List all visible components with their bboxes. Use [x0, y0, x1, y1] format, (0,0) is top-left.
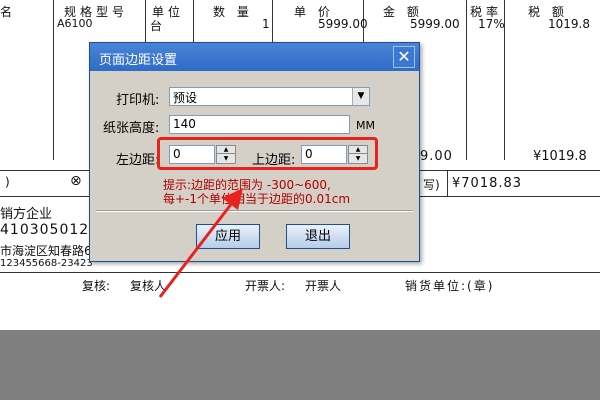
close-button[interactable]: ✕: [393, 46, 415, 68]
chevron-down-icon[interactable]: ▼: [352, 88, 369, 105]
hint-text-unit: 每+-1个单位相当于边距的0.01cm: [163, 192, 351, 206]
cell-price: 5999.00: [318, 17, 368, 31]
left-margin-label: 左边距:: [116, 153, 160, 168]
paper-height-label: 纸张高度:: [103, 121, 160, 136]
dialog-titlebar[interactable]: 页面边距设置 ✕: [90, 43, 419, 71]
seller-phone: 123455668-23423: [0, 258, 93, 269]
table-divider: [466, 0, 467, 160]
seller-address: 市海淀区知春路6: [0, 244, 92, 258]
printer-selected-value: 预设: [173, 91, 198, 105]
cell-tax-amount: 1019.8: [548, 17, 590, 31]
table-divider: [53, 0, 54, 160]
issuer-label: 开票人:: [245, 279, 286, 293]
dialog-title: 页面边距设置: [99, 53, 178, 68]
exit-button[interactable]: 退出: [286, 224, 350, 249]
issuer-name: 开票人: [305, 279, 342, 293]
reviewer-name: 复核人: [130, 279, 167, 293]
dialog-separator: [96, 210, 413, 212]
seller-stamp-label: 销货单位:(章): [405, 279, 495, 293]
seller-tax-id: 4103050123: [0, 222, 100, 238]
cell-quantity: 1: [262, 17, 270, 31]
table-divider: [0, 272, 600, 273]
crossed-circle-icon: ⊗: [70, 173, 82, 189]
workspace-gray-area: [0, 330, 600, 400]
cell-unit: 台: [150, 19, 163, 33]
cell-tax-rate: 17%: [478, 17, 505, 31]
close-icon: ✕: [397, 47, 411, 66]
header-name: 名: [0, 5, 17, 19]
paper-height-unit: MM: [356, 119, 375, 132]
cell-amount: 5999.00: [410, 17, 460, 31]
total-row-marker: ): [5, 175, 10, 189]
highlight-box: [157, 137, 378, 170]
cell-spec: A6100: [57, 17, 93, 30]
total-tax: ¥1019.8: [533, 149, 587, 164]
table-divider: [447, 170, 448, 196]
sum-label: 写): [423, 178, 440, 192]
paper-height-value: 140: [173, 117, 196, 131]
reviewer-label: 复核:: [82, 279, 111, 293]
printer-label: 打印机:: [116, 93, 160, 108]
header-quantity: 数 量: [213, 5, 253, 19]
apply-button[interactable]: 应用: [196, 224, 260, 249]
printer-select[interactable]: 预设 ▼: [169, 87, 370, 106]
grand-total: ¥7018.83: [452, 176, 523, 191]
seller-name: 销方企业: [0, 207, 53, 222]
total-amount: 9.00: [420, 149, 453, 164]
paper-height-input[interactable]: 140: [169, 115, 350, 134]
